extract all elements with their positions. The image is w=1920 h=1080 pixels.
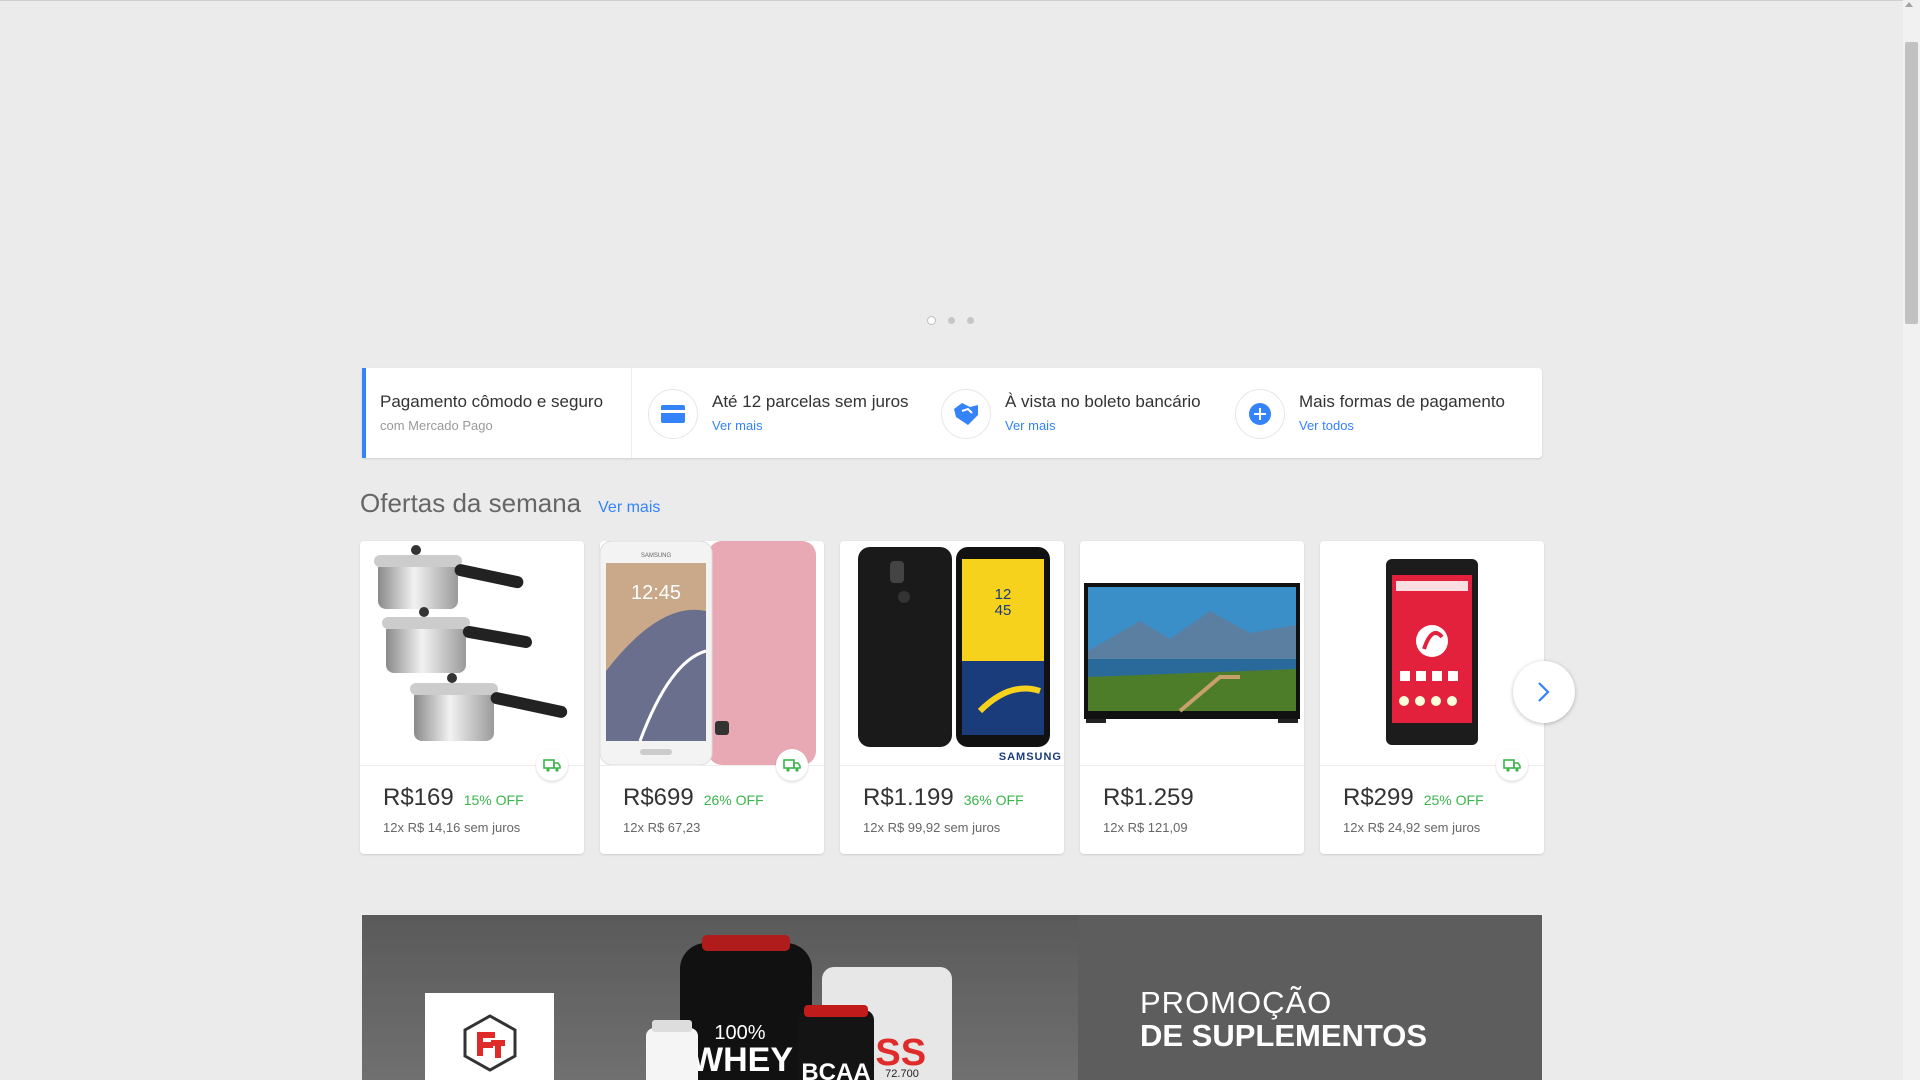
product-price: R$699 — [623, 784, 694, 811]
payment-item-link[interactable]: Ver todos — [1299, 418, 1505, 433]
installments-text: 12x R$ 121,09 — [1103, 820, 1188, 835]
installments-text: 12x R$ 99,92 sem juros — [863, 820, 1001, 835]
carousel-dot-2[interactable] — [948, 317, 955, 324]
product-price: R$169 — [383, 784, 454, 811]
payment-item-more[interactable]: Mais formas de pagamento Ver todos — [1219, 368, 1519, 458]
svg-text:72.700: 72.700 — [885, 1068, 919, 1080]
brand-label: SAMSUNG — [998, 751, 1062, 763]
product-image-galaxy-phones[interactable]: 12 45 SAMSUNG — [840, 541, 1064, 766]
svg-text:12:45: 12:45 — [631, 582, 681, 604]
discount-badge: 25% OFF — [1423, 792, 1484, 808]
free-shipping-truck-icon — [536, 749, 568, 781]
svg-text:12: 12 — [995, 586, 1012, 603]
scroll-up-arrow-icon[interactable] — [1905, 2, 1913, 7]
credit-card-icon — [648, 389, 698, 439]
supplements-promo-banner[interactable]: ASS 72.700 100% WHEY BCAA PROMOÇÃO DE SU… — [362, 915, 1542, 1080]
product-card[interactable]: 12 45 SAMSUNG R$1.199 36% OFF 12x R$ 99,… — [840, 541, 1064, 854]
promo-title-line-2: DE SUPLEMENTOS — [1140, 1018, 1428, 1053]
product-card[interactable]: R$169 15% OFF 12x R$ 14,16 sem juros — [360, 541, 584, 854]
product-card[interactable]: 12:45 SAMSUNG R$699 26% OFF 12x R$ 67,23 — [600, 541, 824, 854]
carousel-next-button[interactable] — [1513, 661, 1575, 723]
product-image-smart-tv[interactable] — [1080, 541, 1304, 766]
carousel-pagination — [927, 316, 974, 325]
supplement-products-image: ASS 72.700 100% WHEY BCAA — [646, 935, 952, 1080]
chevron-right-icon — [1538, 682, 1550, 702]
svg-text:45: 45 — [995, 602, 1012, 619]
payment-item-installments[interactable]: Até 12 parcelas sem juros Ver mais — [632, 368, 925, 458]
product-image-samsung-phone[interactable]: 12:45 SAMSUNG — [600, 541, 824, 766]
svg-text:BCAA: BCAA — [801, 1059, 870, 1080]
installments-text: 12x R$ 14,16 sem juros — [383, 820, 521, 835]
product-image-pressure-cookers[interactable] — [360, 541, 584, 766]
payment-methods-strip: Pagamento cômodo e seguro com Mercado Pa… — [362, 368, 1542, 458]
payment-item-link[interactable]: Ver mais — [1005, 418, 1201, 433]
section-title: Ofertas da semana — [360, 488, 582, 518]
product-card[interactable]: R$299 25% OFF 12x R$ 24,92 sem juros — [1320, 541, 1544, 854]
promo-title-line-1: PROMOÇÃO — [1140, 985, 1333, 1020]
svg-text:WHEY: WHEY — [691, 1041, 793, 1079]
promo-text-area: PROMOÇÃO DE SUPLEMENTOS — [1078, 915, 1542, 1080]
payment-item-label: À vista no boleto bancário — [1005, 392, 1201, 411]
installments-text: 12x R$ 24,92 sem juros — [1343, 820, 1481, 835]
payment-title: Pagamento cômodo e seguro — [380, 392, 604, 411]
promo-image-area[interactable]: ASS 72.700 100% WHEY BCAA — [362, 915, 1078, 1080]
product-price: R$1.199 — [863, 784, 954, 811]
offers-header: Ofertas da semana Ver mais — [360, 488, 660, 519]
plus-circle-icon — [1235, 389, 1285, 439]
payment-item-link[interactable]: Ver mais — [712, 418, 909, 433]
payment-item-label: Mais formas de pagamento — [1299, 392, 1505, 411]
discount-badge: 15% OFF — [463, 792, 524, 808]
installments-text: 12x R$ 67,23 — [623, 820, 701, 835]
svg-text:SAMSUNG: SAMSUNG — [641, 553, 672, 559]
payment-item-boleto[interactable]: À vista no boleto bancário Ver mais — [925, 368, 1219, 458]
discount-badge: 26% OFF — [703, 792, 764, 808]
boleto-handshake-icon — [941, 389, 991, 439]
carousel-dot-1[interactable] — [927, 316, 936, 325]
offers-see-more-link[interactable]: Ver mais — [598, 499, 660, 517]
free-shipping-truck-icon — [776, 749, 808, 781]
product-image-red-phone[interactable] — [1320, 541, 1544, 766]
payment-subtitle: com Mercado Pago — [380, 418, 493, 433]
discount-badge: 36% OFF — [963, 792, 1024, 808]
top-border — [0, 0, 1920, 1]
payment-intro: Pagamento cômodo e seguro com Mercado Pa… — [362, 368, 632, 458]
scrollbar-thumb[interactable] — [1905, 42, 1918, 324]
product-price: R$299 — [1343, 784, 1414, 811]
free-shipping-truck-icon — [1496, 749, 1528, 781]
product-card[interactable]: R$1.259 12x R$ 121,09 — [1080, 541, 1304, 854]
payment-item-label: Até 12 parcelas sem juros — [712, 392, 909, 411]
carousel-dot-3[interactable] — [967, 317, 974, 324]
product-price: R$1.259 — [1103, 784, 1194, 811]
